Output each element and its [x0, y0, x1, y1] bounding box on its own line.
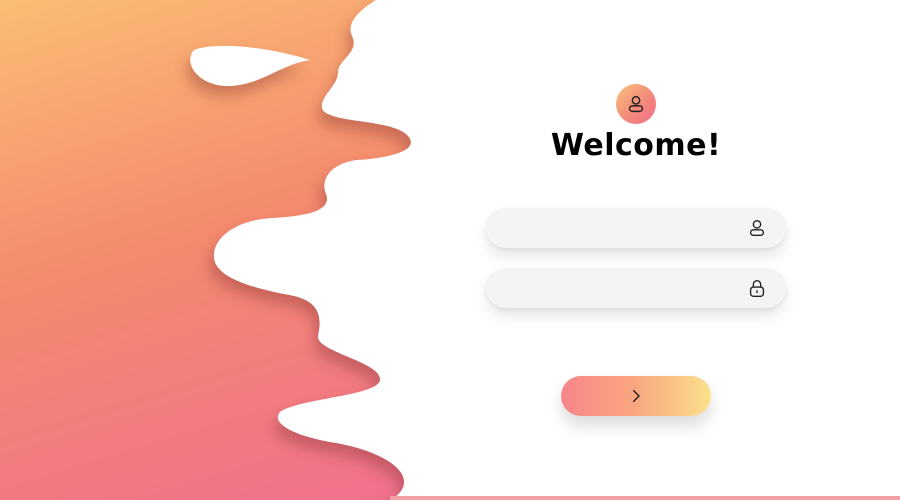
avatar	[616, 84, 656, 124]
login-screen: Welcome!	[0, 0, 900, 500]
chevron-right-icon	[633, 390, 640, 402]
user-icon	[628, 95, 644, 113]
lock-icon	[749, 279, 765, 297]
username-field[interactable]	[486, 208, 786, 250]
user-icon	[749, 219, 765, 237]
decorative-background	[0, 0, 900, 500]
username-input[interactable]	[504, 208, 738, 250]
page-title: Welcome!	[550, 128, 722, 163]
bottom-band	[390, 496, 900, 500]
password-field[interactable]	[486, 268, 786, 310]
password-input[interactable]	[504, 268, 738, 310]
submit-button[interactable]	[561, 376, 711, 416]
